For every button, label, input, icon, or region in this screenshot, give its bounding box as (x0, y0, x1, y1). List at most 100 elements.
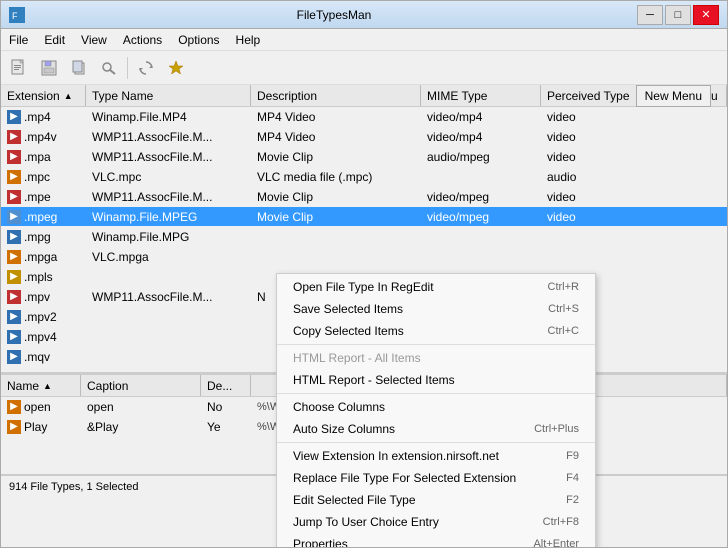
window-title: FileTypesMan (31, 8, 637, 22)
cell-perceived: video (541, 107, 641, 126)
ctx-replace-filetype[interactable]: Replace File Type For Selected Extension… (277, 467, 595, 489)
file-icon: ▶ (7, 150, 21, 164)
lower-file-icon: ▶ (7, 400, 21, 414)
ctx-copy-selected[interactable]: Copy Selected Items Ctrl+C (277, 320, 595, 342)
col-header-mime[interactable]: MIME Type (421, 85, 541, 106)
file-icon: ▶ (7, 190, 21, 204)
menu-options[interactable]: Options (170, 29, 227, 50)
svg-text:F: F (12, 11, 18, 21)
toolbar-new-button[interactable] (5, 55, 33, 81)
cell-ext: ▶ .mpg (1, 227, 86, 246)
cell-ext: ▶ .mpv2 (1, 307, 86, 326)
upper-table-header: Extension ▲ Type Name Description MIME T… (1, 85, 727, 107)
ctx-separator-3 (277, 442, 595, 443)
cell-mime: video/mp4 (421, 107, 541, 126)
ctx-autosize-columns[interactable]: Auto Size Columns Ctrl+Plus (277, 418, 595, 440)
cell-desc: MP4 Video (251, 107, 421, 126)
toolbar-copy-button[interactable] (65, 55, 93, 81)
table-row[interactable]: ▶ .mpeg Winamp.File.MPEG Movie Clip vide… (1, 207, 727, 227)
menu-view[interactable]: View (73, 29, 115, 50)
cell-typename: WMP11.AssocFile.M... (86, 127, 251, 146)
ctx-view-extension[interactable]: View Extension In extension.nirsoft.net … (277, 445, 595, 467)
cell-typename (86, 347, 251, 366)
cell-mime (421, 167, 541, 186)
cell-perceived: video (541, 147, 641, 166)
cell-mime (421, 227, 541, 246)
cell-ext: ▶ .mpga (1, 247, 86, 266)
file-icon: ▶ (7, 350, 21, 364)
menu-edit[interactable]: Edit (36, 29, 73, 50)
ctx-properties[interactable]: Properties Alt+Enter (277, 533, 595, 547)
col-header-desc[interactable]: Description (251, 85, 421, 106)
cell-ext: ▶ .mpv4 (1, 327, 86, 346)
toolbar-star-button[interactable] (162, 55, 190, 81)
table-row[interactable]: ▶ .mpa WMP11.AssocFile.M... Movie Clip a… (1, 147, 727, 167)
cell-typename (86, 307, 251, 326)
maximize-button[interactable]: □ (665, 5, 691, 25)
file-icon: ▶ (7, 210, 21, 224)
cell-perceived (541, 227, 641, 246)
table-row[interactable]: ▶ .mpe WMP11.AssocFile.M... Movie Clip v… (1, 187, 727, 207)
scrollbar-thumb[interactable] (5, 375, 65, 376)
menu-file[interactable]: File (1, 29, 36, 50)
cell-perceived: video (541, 127, 641, 146)
menu-actions[interactable]: Actions (115, 29, 170, 50)
lower-col-header-desc[interactable]: De... (201, 375, 251, 396)
menubar: File Edit View Actions Options Help (1, 29, 727, 51)
ctx-save-selected[interactable]: Save Selected Items Ctrl+S (277, 298, 595, 320)
cell-mime: audio/mpeg (421, 147, 541, 166)
table-row[interactable]: ▶ .mp4v WMP11.AssocFile.M... MP4 Video v… (1, 127, 727, 147)
cell-newmenu (641, 167, 727, 186)
cell-ext: ▶ .mpe (1, 187, 86, 206)
cell-typename: VLC.mpc (86, 167, 251, 186)
file-icon: ▶ (7, 250, 21, 264)
lower-col-header-caption[interactable]: Caption (81, 375, 201, 396)
cell-newmenu (641, 187, 727, 206)
cell-desc (251, 247, 421, 266)
col-header-typename[interactable]: Type Name (86, 85, 251, 106)
main-window: F FileTypesMan ─ □ ✕ File Edit View Acti… (0, 0, 728, 548)
new-menu-badge: New Menu (636, 85, 711, 107)
file-icon: ▶ (7, 170, 21, 184)
lower-file-icon: ▶ (7, 420, 21, 434)
ctx-choose-columns[interactable]: Choose Columns (277, 396, 595, 418)
ctx-open-regedit[interactable]: Open File Type In RegEdit Ctrl+R (277, 276, 595, 298)
table-row[interactable]: ▶ .mpga VLC.mpga (1, 247, 727, 267)
cell-ext: ▶ .mp4 (1, 107, 86, 126)
col-header-extension[interactable]: Extension ▲ (1, 85, 86, 106)
ctx-html-selected[interactable]: HTML Report - Selected Items (277, 369, 595, 391)
toolbar-refresh-button[interactable] (132, 55, 160, 81)
table-row[interactable]: ▶ .mpg Winamp.File.MPG (1, 227, 727, 247)
minimize-button[interactable]: ─ (637, 5, 663, 25)
cell-newmenu (641, 327, 727, 346)
cell-newmenu (641, 107, 727, 126)
table-row[interactable]: ▶ .mp4 Winamp.File.MP4 MP4 Video video/m… (1, 107, 727, 127)
cell-ext: ▶ .mp4v (1, 127, 86, 146)
file-icon: ▶ (7, 130, 21, 144)
cell-perceived: video (541, 207, 641, 226)
cell-desc (251, 227, 421, 246)
cell-desc: Movie Clip (251, 187, 421, 206)
cell-ext: ▶ .mpa (1, 147, 86, 166)
cell-desc: Movie Clip (251, 147, 421, 166)
window-controls: ─ □ ✕ (637, 5, 719, 25)
ctx-edit-filetype[interactable]: Edit Selected File Type F2 (277, 489, 595, 511)
toolbar-save-button[interactable] (35, 55, 63, 81)
cell-newmenu (641, 307, 727, 326)
lower-col-header-name[interactable]: Name ▲ (1, 375, 81, 396)
toolbar-separator-1 (127, 57, 128, 79)
ctx-separator-2 (277, 393, 595, 394)
menu-help[interactable]: Help (228, 29, 269, 50)
file-icon: ▶ (7, 110, 21, 124)
close-button[interactable]: ✕ (693, 5, 719, 25)
lower-sort-arrow-icon: ▲ (43, 381, 52, 391)
ctx-jump-user-choice[interactable]: Jump To User Choice Entry Ctrl+F8 (277, 511, 595, 533)
col-header-perceived[interactable]: Perceived Type (541, 85, 641, 106)
cell-desc: MP4 Video (251, 127, 421, 146)
file-icon: ▶ (7, 330, 21, 344)
table-row[interactable]: ▶ .mpc VLC.mpc VLC media file (.mpc) aud… (1, 167, 727, 187)
cell-typename: WMP11.AssocFile.M... (86, 147, 251, 166)
toolbar-find-button[interactable] (95, 55, 123, 81)
lower-cell-name: ▶ Play (1, 417, 81, 436)
lower-cell-caption: open (81, 397, 201, 416)
